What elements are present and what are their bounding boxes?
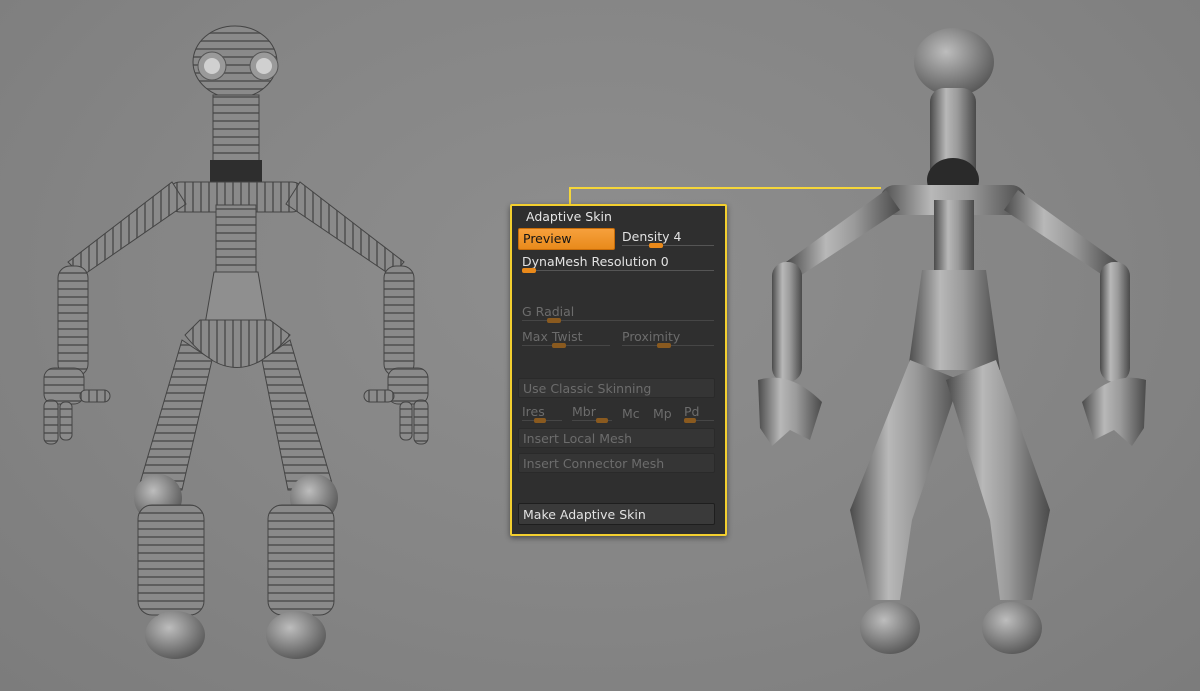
dynamesh-value: 0 xyxy=(660,254,669,269)
make-adaptive-skin-button[interactable]: Make Adaptive Skin xyxy=(518,503,715,525)
panel-title[interactable]: Adaptive Skin xyxy=(526,209,612,224)
ires-slider[interactable]: Ires xyxy=(522,403,562,423)
mbr-label: Mbr xyxy=(572,404,596,419)
callout-line-horizontal xyxy=(569,187,881,189)
proximity-label: Proximity xyxy=(622,329,681,344)
density-label: Density xyxy=(622,229,670,244)
density-thumb[interactable] xyxy=(649,243,663,248)
mc-button[interactable]: Mc xyxy=(622,405,640,425)
mbr-slider[interactable]: Mbr xyxy=(572,403,612,423)
insert-connector-mesh-button[interactable]: Insert Connector Mesh xyxy=(518,453,715,473)
max-twist-slider[interactable]: Max Twist xyxy=(522,328,610,348)
use-classic-skinning-button[interactable]: Use Classic Skinning xyxy=(518,378,715,398)
adaptive-skin-mesh-icon xyxy=(758,28,1146,654)
mp-button[interactable]: Mp xyxy=(653,405,672,425)
dynamesh-thumb[interactable] xyxy=(522,268,536,273)
dynamesh-resolution-slider[interactable]: DynaMesh Resolution 0 xyxy=(522,253,714,273)
density-slider[interactable]: Density 4 xyxy=(622,228,714,248)
pd-thumb[interactable] xyxy=(684,418,696,423)
g-radial-thumb[interactable] xyxy=(547,318,561,323)
insert-local-mesh-button[interactable]: Insert Local Mesh xyxy=(518,428,715,448)
proximity-slider[interactable]: Proximity xyxy=(622,328,714,348)
preview-button[interactable]: Preview xyxy=(518,228,615,250)
mbr-thumb[interactable] xyxy=(596,418,608,423)
max-twist-thumb[interactable] xyxy=(552,343,566,348)
dynamesh-label: DynaMesh Resolution xyxy=(522,254,657,269)
proximity-thumb[interactable] xyxy=(657,343,671,348)
pd-label: Pd xyxy=(684,404,700,419)
g-radial-slider[interactable]: G Radial xyxy=(522,303,714,323)
zsphere-figure-icon xyxy=(43,25,429,659)
ires-label: Ires xyxy=(522,404,545,419)
density-track xyxy=(622,245,714,246)
callout-line-vertical xyxy=(569,188,571,205)
density-value: 4 xyxy=(673,229,682,244)
dynamesh-track xyxy=(522,270,714,271)
max-twist-track xyxy=(522,345,610,346)
pd-slider[interactable]: Pd xyxy=(684,403,714,423)
adaptive-skin-panel: Adaptive Skin Preview Density 4 DynaMesh… xyxy=(510,204,727,536)
ires-thumb[interactable] xyxy=(534,418,546,423)
